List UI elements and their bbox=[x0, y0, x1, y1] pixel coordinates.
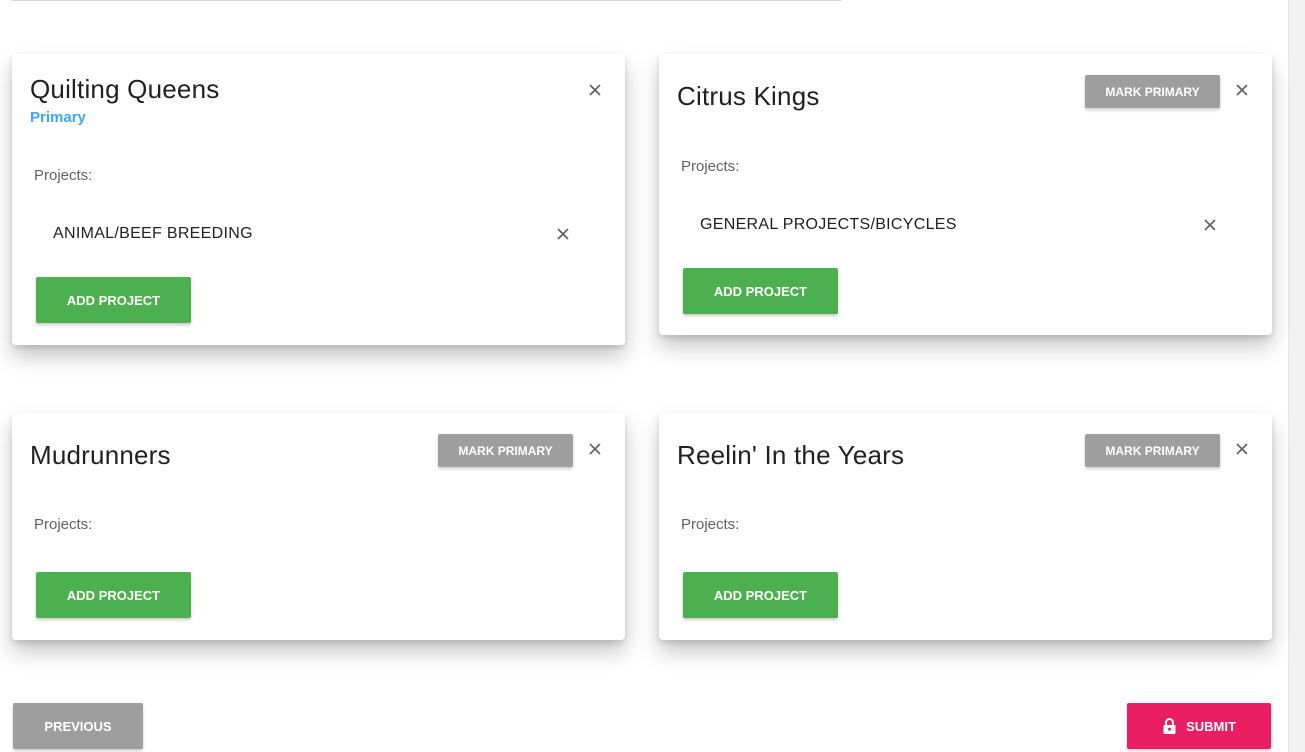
club-title: Reelin' In the Years bbox=[677, 440, 905, 470]
remove-project-icon[interactable] bbox=[1202, 217, 1218, 233]
add-project-button[interactable]: ADD PROJECT bbox=[36, 277, 191, 323]
projects-label: Projects: bbox=[34, 516, 93, 533]
project-item: ANIMAL/BEEF BREEDING bbox=[53, 223, 583, 247]
close-icon[interactable] bbox=[587, 441, 603, 457]
close-icon[interactable] bbox=[1234, 441, 1250, 457]
projects-label: Projects: bbox=[34, 167, 93, 184]
remove-project-icon[interactable] bbox=[555, 226, 571, 242]
club-title: Quilting Queens bbox=[30, 74, 220, 104]
close-icon[interactable] bbox=[1234, 82, 1250, 98]
previous-button[interactable]: PREVIOUS bbox=[13, 703, 143, 749]
submit-button[interactable]: SUBMIT bbox=[1127, 703, 1271, 749]
club-title: Citrus Kings bbox=[677, 81, 820, 111]
club-card-citrus-kings: Citrus Kings MARK PRIMARY Projects: GENE… bbox=[659, 54, 1272, 335]
club-title: Mudrunners bbox=[30, 440, 171, 470]
add-project-button[interactable]: ADD PROJECT bbox=[683, 572, 838, 618]
projects-label: Projects: bbox=[681, 516, 740, 533]
mark-primary-button[interactable]: MARK PRIMARY bbox=[1085, 434, 1220, 467]
project-item: GENERAL PROJECTS/BICYCLES bbox=[700, 214, 1230, 238]
add-project-button[interactable]: ADD PROJECT bbox=[36, 572, 191, 618]
project-name: ANIMAL/BEEF BREEDING bbox=[53, 225, 253, 242]
mark-primary-button[interactable]: MARK PRIMARY bbox=[438, 434, 573, 467]
lock-icon bbox=[1162, 717, 1177, 735]
submit-label: SUBMIT bbox=[1186, 718, 1236, 734]
club-card-quilting-queens: Quilting Queens Primary Projects: ANIMAL… bbox=[12, 54, 625, 345]
projects-label: Projects: bbox=[681, 158, 740, 175]
scrollbar-track[interactable] bbox=[1288, 0, 1305, 752]
club-card-reelin-in-the-years: Reelin' In the Years MARK PRIMARY Projec… bbox=[659, 413, 1272, 640]
project-name: GENERAL PROJECTS/BICYCLES bbox=[700, 216, 957, 233]
club-card-mudrunners: Mudrunners MARK PRIMARY Projects: ADD PR… bbox=[12, 413, 625, 640]
top-divider bbox=[12, 0, 841, 1]
mark-primary-button[interactable]: MARK PRIMARY bbox=[1085, 75, 1220, 108]
primary-badge: Primary bbox=[30, 109, 86, 126]
close-icon[interactable] bbox=[587, 82, 603, 98]
add-project-button[interactable]: ADD PROJECT bbox=[683, 268, 838, 314]
